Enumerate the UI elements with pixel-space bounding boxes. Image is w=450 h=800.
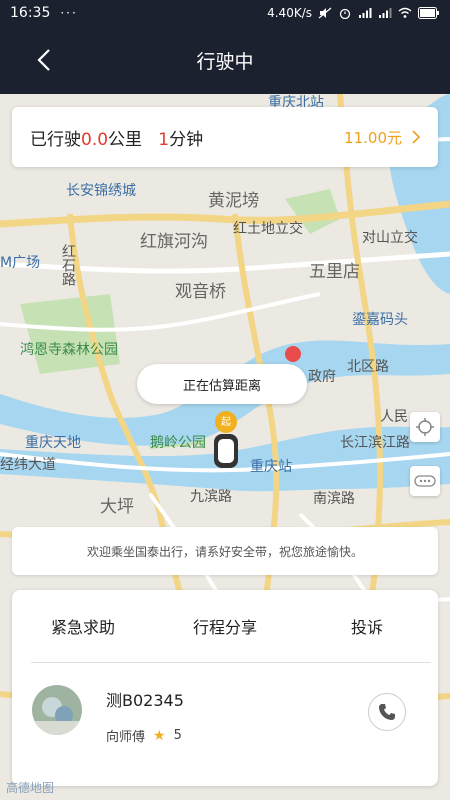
- locate-button[interactable]: [410, 412, 440, 442]
- back-button[interactable]: [26, 42, 62, 78]
- avatar: [32, 685, 82, 735]
- emergency-help-button[interactable]: 紧急求助: [12, 590, 154, 662]
- network-speed: 4.40K/s: [267, 6, 312, 20]
- trip-summary-card[interactable]: 已行驶0.0公里 1分钟 11.00元: [12, 107, 438, 167]
- map-label: 鎏嘉码头: [352, 312, 408, 328]
- map-label: 南滨路: [313, 491, 355, 507]
- trip-minutes-unit: 分钟: [169, 129, 204, 150]
- map-label: 重庆站: [250, 459, 292, 475]
- alarm-icon: [339, 8, 351, 19]
- fare-link[interactable]: 11.00元: [344, 127, 420, 148]
- map-label: 经纬大道: [0, 457, 56, 473]
- trip-minutes: 1: [158, 129, 170, 150]
- map-label: 重庆天地: [25, 435, 81, 451]
- driver-rating: 5: [173, 728, 182, 743]
- status-bar: 16:35 ··· 4.40K/s: [0, 0, 450, 26]
- map-label: 政府: [308, 369, 336, 385]
- license-plate: 测B02345: [106, 691, 184, 710]
- map-label: 鹅岭公园: [150, 435, 206, 451]
- map-label: M广场: [0, 255, 41, 271]
- mute-icon: [318, 7, 332, 19]
- call-driver-button[interactable]: [368, 693, 406, 731]
- star-icon: ★: [153, 727, 166, 744]
- trip-panel: 紧急求助 行程分享 投诉 测B02345 向师傅 ★ 5: [12, 590, 438, 786]
- share-trip-button[interactable]: 行程分享: [154, 590, 296, 662]
- map-label: 黄泥塝: [208, 191, 259, 211]
- map-label: 大坪: [100, 497, 134, 517]
- map-label: 鸿恩寺森林公园: [20, 342, 118, 358]
- more-icon: [414, 475, 436, 487]
- notification-dots-icon: ···: [60, 6, 78, 20]
- driver-name: 向师傅: [106, 730, 146, 745]
- driver-info: 测B02345 向师傅 ★ 5: [12, 663, 438, 786]
- map-label: 五里店: [309, 262, 360, 282]
- fare-amount: 11.00元: [344, 128, 402, 147]
- trip-progress: 已行驶0.0公里 1分钟: [30, 125, 203, 150]
- map-label: 人民: [380, 409, 408, 425]
- map-provider-logo: 高德地图: [6, 781, 55, 795]
- map-label: 红石路: [60, 244, 76, 286]
- battery-icon: [418, 7, 439, 19]
- trip-distance: 0.0: [81, 129, 109, 150]
- map-label: 观音桥: [175, 282, 226, 302]
- signal-icon: [379, 8, 392, 18]
- locate-icon: [416, 418, 434, 436]
- map-label: 对山立交: [362, 230, 418, 246]
- complaint-button[interactable]: 投诉: [296, 590, 438, 662]
- map-label: 九滨路: [190, 489, 232, 505]
- map-label: 北区路: [347, 359, 389, 375]
- app-screen: 重庆北站 长安锦绣城 黄泥塝 红旗河沟 红土地立交 对山立交 五里店 观音桥 红…: [0, 0, 450, 800]
- map-label: 长安锦绣城: [66, 183, 136, 199]
- more-button[interactable]: [410, 466, 440, 496]
- action-bar: 紧急求助 行程分享 投诉: [12, 590, 438, 662]
- page-title: 行驶中: [196, 50, 254, 73]
- map-label: 长江滨江路: [340, 435, 410, 451]
- trip-prefix: 已行驶: [30, 129, 81, 150]
- phone-icon: [379, 704, 395, 720]
- welcome-message: 欢迎乘坐国泰出行，请系好安全带，祝您旅途愉快。: [12, 527, 438, 575]
- chevron-right-icon: [412, 130, 420, 144]
- map-label: 红旗河沟: [140, 232, 208, 252]
- status-time: 16:35: [10, 5, 51, 21]
- trip-distance-unit: 公里: [108, 129, 143, 150]
- driver-name-row: 向师傅 ★ 5: [106, 726, 182, 746]
- signal-icon: [359, 8, 372, 18]
- wifi-icon: [398, 7, 412, 18]
- estimating-distance-bubble: 正在估算距离: [137, 364, 307, 404]
- start-marker: 起: [221, 417, 231, 428]
- map-label: 红土地立交: [233, 221, 303, 237]
- nav-bar: 行驶中: [0, 26, 450, 94]
- chevron-left-icon: [37, 49, 50, 71]
